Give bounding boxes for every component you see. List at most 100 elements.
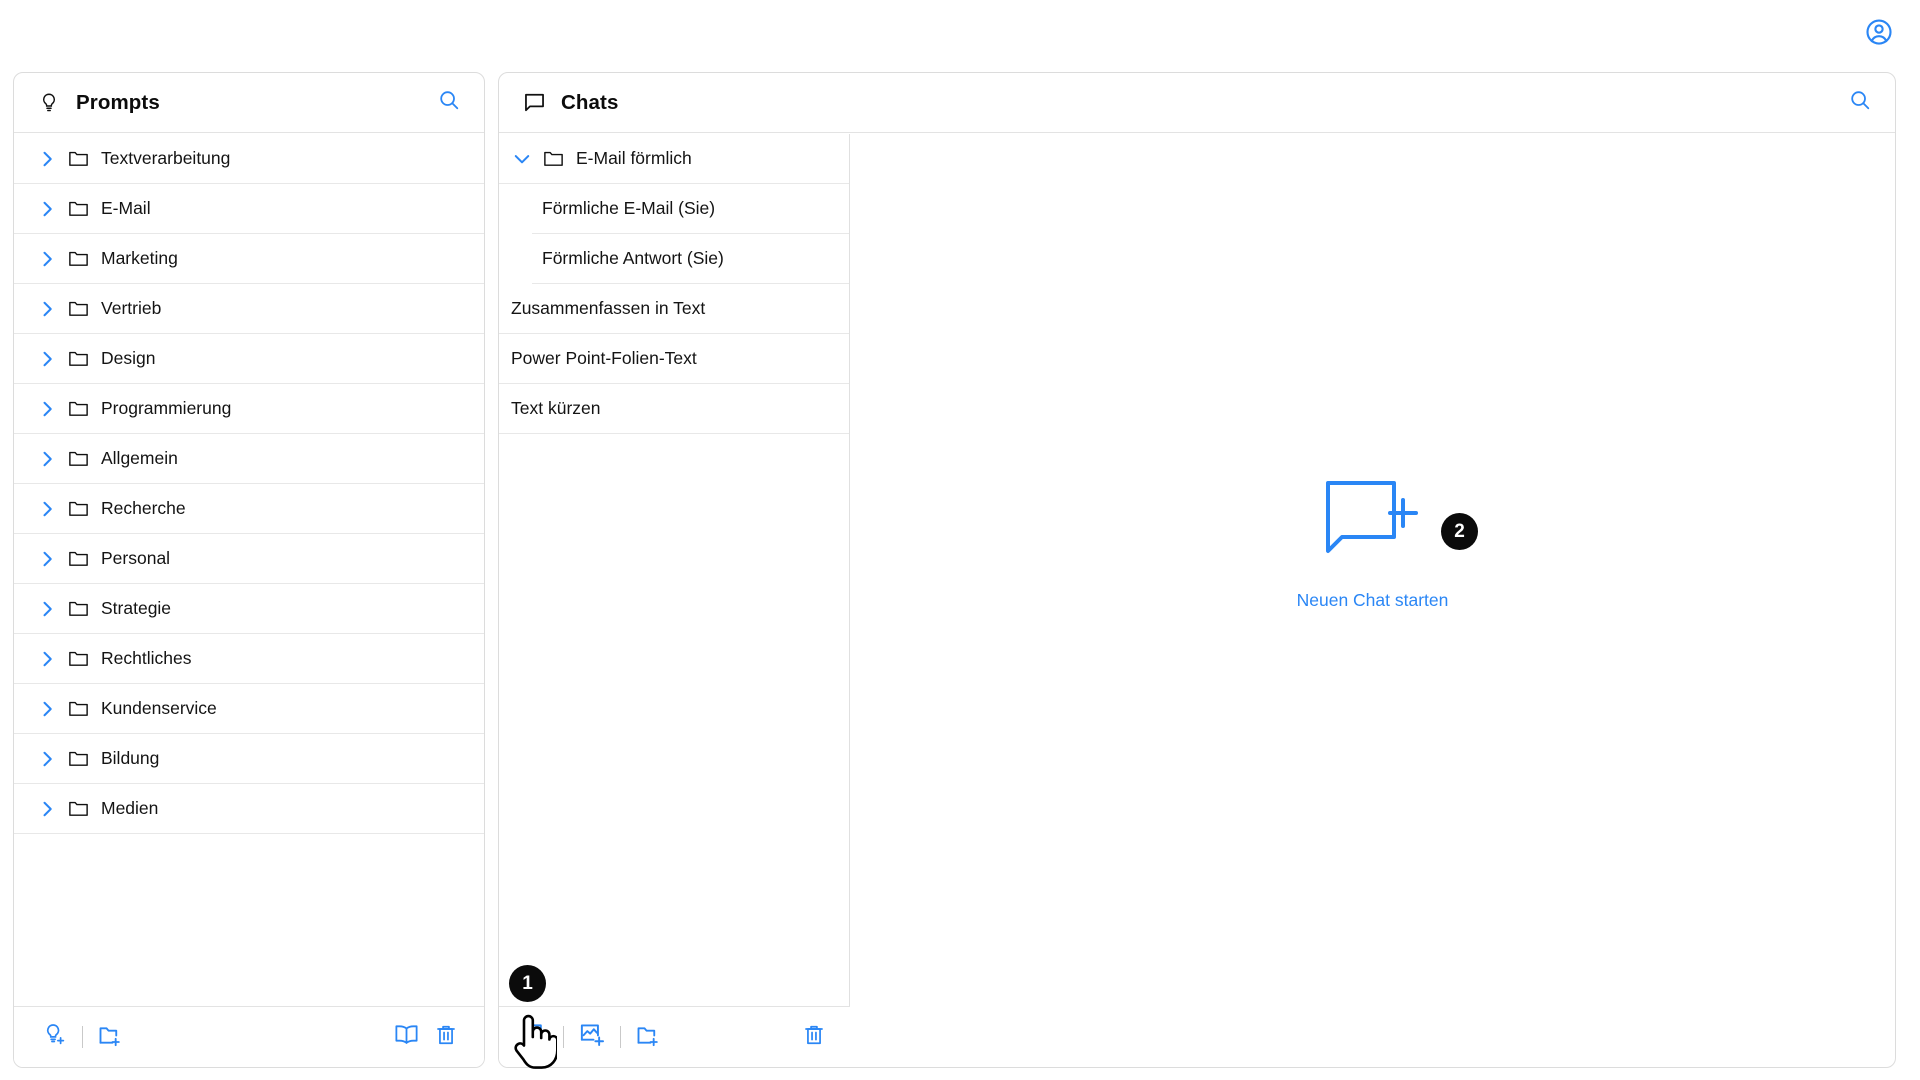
- chat-plus-large-icon: [1324, 550, 1420, 567]
- chats-toolbar: [499, 1006, 850, 1067]
- chats-search-button[interactable]: [1845, 88, 1875, 118]
- chat-folder-row[interactable]: E-Mail förmlich: [499, 134, 849, 184]
- folder-icon: [66, 747, 90, 771]
- chat-item-row[interactable]: Text kürzen: [499, 384, 849, 434]
- folder-icon: [66, 297, 90, 321]
- new-image-chat-button[interactable]: [572, 1017, 612, 1057]
- prompt-folder-row[interactable]: Allgemein: [14, 434, 484, 484]
- prompt-folder-row[interactable]: Textverarbeitung: [14, 134, 484, 184]
- trash-icon: [433, 1022, 459, 1053]
- folder-icon: [66, 447, 90, 471]
- prompts-folder-list[interactable]: Textverarbeitung E-Mail Marketing Vertrieb D…: [14, 134, 484, 1006]
- trash-icon: [801, 1022, 827, 1053]
- prompt-folder-label: Strategie: [101, 598, 171, 619]
- chevron-right-icon[interactable]: [36, 798, 58, 820]
- prompt-folder-row[interactable]: Marketing: [14, 234, 484, 284]
- folder-icon: [66, 547, 90, 571]
- delete-chat-button[interactable]: [794, 1017, 834, 1057]
- chevron-right-icon[interactable]: [36, 548, 58, 570]
- prompt-folder-row[interactable]: Kundenservice: [14, 684, 484, 734]
- prompt-folder-label: Kundenservice: [101, 698, 217, 719]
- prompt-folder-row[interactable]: Programmierung: [14, 384, 484, 434]
- chevron-down-icon[interactable]: [511, 148, 533, 170]
- chat-plus-icon: [521, 1020, 550, 1054]
- chats-header: Chats: [499, 73, 1895, 133]
- prompt-folder-row[interactable]: Personal: [14, 534, 484, 584]
- chevron-right-icon[interactable]: [36, 198, 58, 220]
- book-icon: [393, 1021, 420, 1053]
- prompt-folder-label: Personal: [101, 548, 170, 569]
- chevron-right-icon[interactable]: [36, 148, 58, 170]
- step-badge-1: 1: [509, 965, 546, 1002]
- prompt-folder-label: Programmierung: [101, 398, 231, 419]
- top-bar: [0, 0, 1920, 72]
- image-plus-icon: [578, 1020, 607, 1054]
- toolbar-divider: [563, 1026, 564, 1048]
- prompt-folder-row[interactable]: E-Mail: [14, 184, 484, 234]
- prompt-folder-label: Recherche: [101, 498, 186, 519]
- prompt-folder-label: E-Mail: [101, 198, 151, 219]
- chats-title: Chats: [561, 91, 618, 115]
- new-chat-button[interactable]: [515, 1017, 555, 1057]
- lightbulb-plus-icon: [41, 1022, 67, 1053]
- chats-main-area: Neuen Chat starten: [850, 134, 1895, 1006]
- prompt-folder-row[interactable]: Recherche: [14, 484, 484, 534]
- chevron-right-icon[interactable]: [36, 748, 58, 770]
- chat-item-row[interactable]: Zusammenfassen in Text: [499, 284, 849, 334]
- prompts-title: Prompts: [76, 91, 160, 115]
- account-button[interactable]: [1860, 15, 1898, 53]
- prompt-library-button[interactable]: [386, 1017, 426, 1057]
- prompt-folder-row[interactable]: Vertrieb: [14, 284, 484, 334]
- toolbar-divider: [82, 1026, 83, 1048]
- chat-item-row[interactable]: Förmliche Antwort (Sie): [532, 234, 849, 284]
- chats-item-list[interactable]: E-Mail förmlich Förmliche E-Mail (Sie) För…: [499, 134, 850, 1006]
- lightbulb-icon: [36, 90, 62, 116]
- chevron-right-icon[interactable]: [36, 648, 58, 670]
- empty-state: Neuen Chat starten: [1297, 479, 1449, 611]
- chats-panel: Chats E-Mail förmlich Förmliche E-Mail (S…: [498, 72, 1896, 1068]
- chevron-right-icon[interactable]: [36, 698, 58, 720]
- prompt-folder-row[interactable]: Design: [14, 334, 484, 384]
- step-badge-2: 2: [1441, 513, 1478, 550]
- prompt-folder-row[interactable]: Strategie: [14, 584, 484, 634]
- new-chat-folder-button[interactable]: [629, 1017, 669, 1057]
- prompt-folder-label: Vertrieb: [101, 298, 161, 319]
- chevron-right-icon[interactable]: [36, 248, 58, 270]
- chevron-right-icon[interactable]: [36, 398, 58, 420]
- folder-icon: [66, 797, 90, 821]
- folder-icon: [66, 497, 90, 521]
- folder-icon: [66, 197, 90, 221]
- chevron-right-icon[interactable]: [36, 598, 58, 620]
- prompts-panel: Prompts Textverarbeitung E-Mail Marketing V…: [13, 72, 485, 1068]
- prompts-header: Prompts: [14, 73, 484, 133]
- new-prompt-folder-button[interactable]: [91, 1017, 131, 1057]
- prompts-search-button[interactable]: [434, 88, 464, 118]
- chat-item-label: Zusammenfassen in Text: [511, 298, 705, 319]
- prompt-folder-row[interactable]: Medien: [14, 784, 484, 834]
- chevron-right-icon[interactable]: [36, 298, 58, 320]
- folder-icon: [66, 147, 90, 171]
- folder-icon: [66, 697, 90, 721]
- prompt-folder-row[interactable]: Bildung: [14, 734, 484, 784]
- prompt-folder-label: Medien: [101, 798, 158, 819]
- folder-icon: [541, 147, 565, 171]
- app-root: Prompts Textverarbeitung E-Mail Marketing V…: [0, 0, 1920, 1080]
- chats-body: E-Mail förmlich Förmliche E-Mail (Sie) För…: [499, 134, 1895, 1006]
- folder-icon: [66, 347, 90, 371]
- start-new-chat-label[interactable]: Neuen Chat starten: [1297, 590, 1449, 611]
- folder-icon: [66, 247, 90, 271]
- chevron-right-icon[interactable]: [36, 498, 58, 520]
- chevron-right-icon[interactable]: [36, 348, 58, 370]
- prompt-folder-label: Bildung: [101, 748, 159, 769]
- folder-icon: [66, 397, 90, 421]
- chevron-right-icon[interactable]: [36, 448, 58, 470]
- chat-item-label: Förmliche E-Mail (Sie): [542, 198, 715, 219]
- chat-item-row[interactable]: Power Point-Folien-Text: [499, 334, 849, 384]
- start-new-chat-icon-button[interactable]: [1324, 479, 1420, 568]
- toolbar-divider: [620, 1026, 621, 1048]
- search-icon: [1848, 88, 1872, 117]
- prompt-folder-row[interactable]: Rechtliches: [14, 634, 484, 684]
- delete-prompt-button[interactable]: [426, 1017, 466, 1057]
- chat-item-row[interactable]: Förmliche E-Mail (Sie): [532, 184, 849, 234]
- new-prompt-button[interactable]: [34, 1017, 74, 1057]
